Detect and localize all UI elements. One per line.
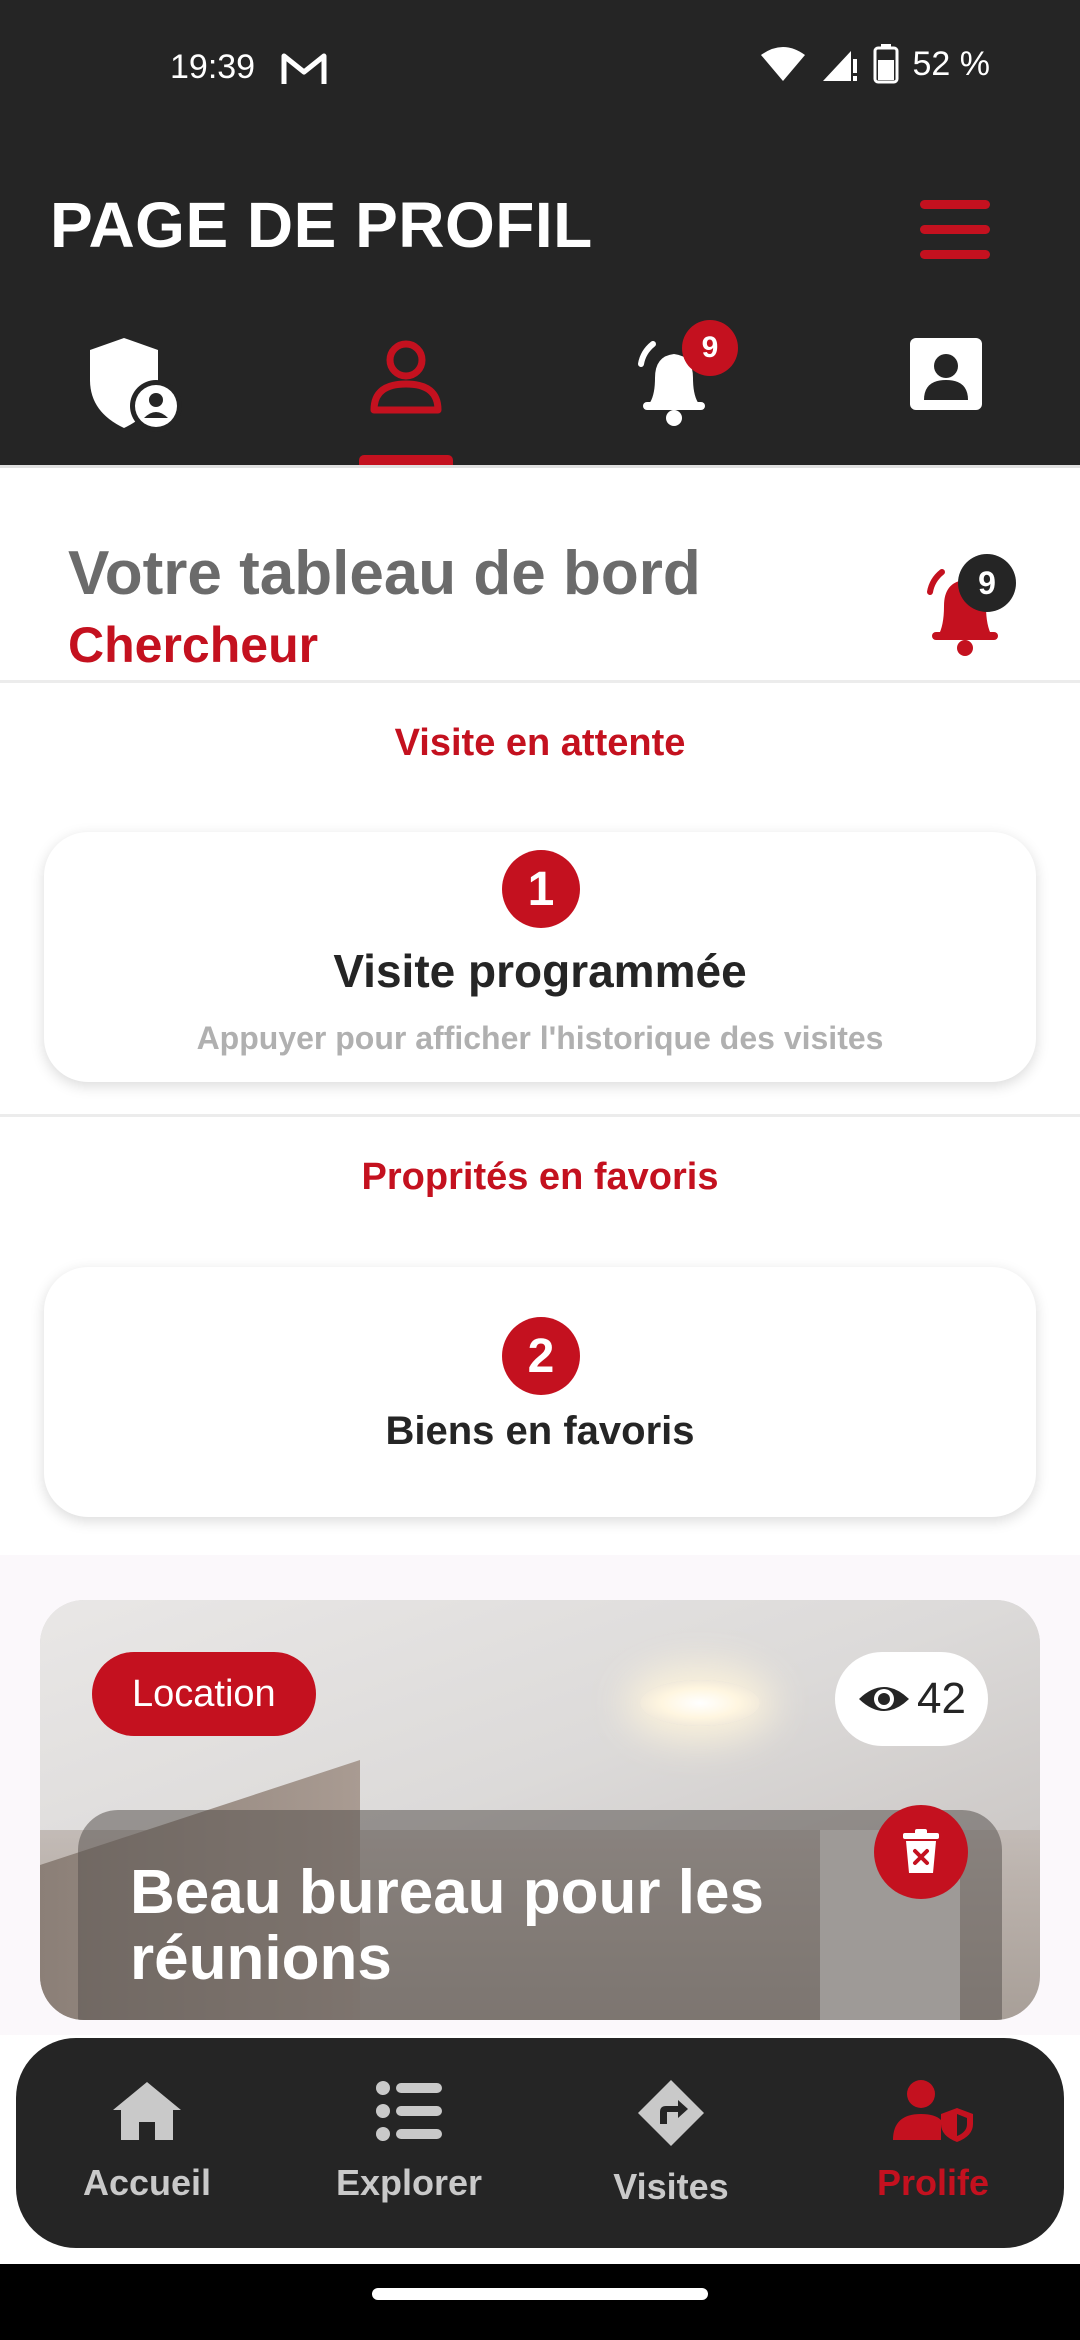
views-counter: 42 xyxy=(835,1652,988,1746)
status-bar: 19:39 52 % xyxy=(0,0,1080,140)
profile-tabs: 9 xyxy=(0,320,1080,465)
wifi-icon xyxy=(760,47,805,81)
visits-card-title: Visite programmée xyxy=(333,945,747,997)
active-tab-indicator xyxy=(359,455,453,465)
page-title: PAGE DE PROFIL xyxy=(50,189,593,261)
user-role: Chercheur xyxy=(68,617,319,673)
dashboard-notification-badge: 9 xyxy=(958,554,1016,612)
property-photo-lamp xyxy=(640,1680,760,1726)
home-icon xyxy=(113,2082,181,2140)
nav-visites[interactable]: Visites xyxy=(540,2038,802,2248)
property-title: Beau bureau pour les réunions xyxy=(130,1858,764,1993)
user-icon xyxy=(370,340,442,414)
app-header: PAGE DE PROFIL 9 xyxy=(0,140,1080,465)
dashboard-title: Votre tableau de bord xyxy=(68,539,701,608)
remove-favorite-button[interactable] xyxy=(874,1805,968,1899)
bottom-navigation: Accueil Explorer Visites Prolife xyxy=(16,2038,1064,2248)
battery-percent: 52 % xyxy=(912,44,991,83)
tab-notifications[interactable]: 9 xyxy=(574,320,774,465)
nav-label: Accueil xyxy=(82,2162,212,2203)
scheduled-visits-card[interactable]: 1 Visite programmée Appuyer pour affiche… xyxy=(44,832,1036,1082)
menu-icon[interactable] xyxy=(920,200,990,260)
favorites-count-badge: 2 xyxy=(502,1317,580,1395)
visits-section-title: Visite en attente xyxy=(394,722,686,764)
nav-label: Prolife xyxy=(876,2162,990,2203)
favorites-card[interactable]: 2 Biens en favoris xyxy=(44,1267,1036,1517)
user-shield-icon xyxy=(893,2080,973,2142)
system-gesture-bar xyxy=(0,2264,1080,2340)
favorites-section-title: Proprités en favoris xyxy=(361,1156,719,1198)
dashboard-header: Votre tableau de bord Chercheur 9 xyxy=(0,465,1080,683)
directions-icon xyxy=(638,2080,704,2146)
status-time: 19:39 xyxy=(170,48,256,86)
views-count: 42 xyxy=(917,1674,966,1723)
dashboard-notification-button[interactable]: 9 xyxy=(920,554,1016,658)
nav-accueil[interactable]: Accueil xyxy=(16,2038,278,2248)
list-icon xyxy=(376,2081,442,2141)
nav-prolife[interactable]: Prolife xyxy=(802,2038,1064,2248)
battery-icon xyxy=(873,44,898,84)
visits-card-subtitle: Appuyer pour afficher l'historique des v… xyxy=(196,1020,884,1056)
property-type-tag: Location xyxy=(92,1652,316,1736)
nav-explorer[interactable]: Explorer xyxy=(278,2038,540,2248)
gmail-icon xyxy=(281,53,327,84)
nav-label: Explorer xyxy=(335,2162,483,2203)
property-card[interactable]: Location 42 Beau bureau pour les réunion… xyxy=(40,1600,1040,2020)
visits-count-badge: 1 xyxy=(502,850,580,928)
tab-security[interactable] xyxy=(34,320,234,465)
home-gesture-handle[interactable] xyxy=(372,2288,708,2300)
tab-contact-card[interactable] xyxy=(846,320,1046,465)
signal-icon xyxy=(822,51,857,81)
trash-icon xyxy=(903,1829,939,1873)
contact-card-icon xyxy=(910,338,982,410)
notification-badge: 9 xyxy=(682,320,738,376)
eye-icon xyxy=(859,1687,910,1711)
section-divider xyxy=(0,1114,1080,1117)
status-indicators: 52 % xyxy=(759,44,991,84)
nav-label: Visites xyxy=(613,2166,729,2207)
favorites-card-title: Biens en favoris xyxy=(385,1409,695,1453)
tab-profile[interactable] xyxy=(306,320,506,465)
shield-user-icon xyxy=(90,338,182,432)
